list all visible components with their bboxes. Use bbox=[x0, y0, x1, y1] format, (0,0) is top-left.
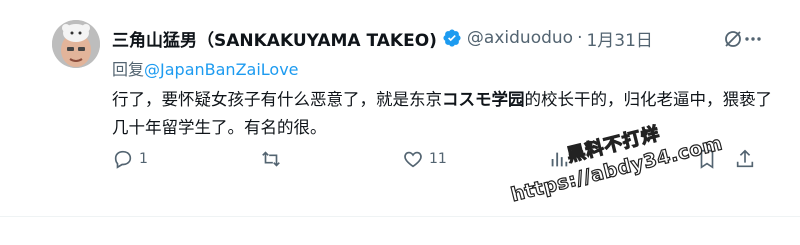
retweet-button[interactable] bbox=[260, 148, 282, 170]
replying-to: 回复@JapanBanZaiLove bbox=[112, 56, 299, 80]
tweet-header: 三角山猛男（SANKAKUYAMA TAKEO) @axiduoduo · 1月… bbox=[112, 24, 760, 52]
verified-badge-icon bbox=[442, 28, 462, 48]
reply-button[interactable]: 1 bbox=[112, 148, 148, 170]
like-button[interactable]: 11 bbox=[402, 148, 447, 170]
reply-icon bbox=[114, 150, 132, 169]
author-name[interactable]: 三角山猛男（SANKAKUYAMA TAKEO) bbox=[112, 26, 437, 51]
reply-prefix: 回复 bbox=[112, 60, 145, 79]
avatar-image bbox=[52, 20, 100, 68]
avatar[interactable] bbox=[52, 20, 100, 68]
more-icon[interactable] bbox=[742, 28, 764, 50]
separator-dot: · bbox=[577, 28, 583, 48]
author-handle[interactable]: @axiduoduo bbox=[467, 28, 573, 48]
tweet-text-bold: コスモ学园 bbox=[442, 90, 525, 109]
grok-icon[interactable] bbox=[722, 28, 744, 50]
tweet-text-part: 行了，要怀疑女孩子有什么恶意了，就是东京 bbox=[112, 90, 442, 109]
retweet-icon bbox=[262, 151, 280, 167]
reply-to-handle[interactable]: @JapanBanZaiLove bbox=[144, 60, 299, 79]
like-count: 11 bbox=[429, 151, 447, 167]
heart-icon bbox=[404, 151, 422, 168]
reply-count: 1 bbox=[139, 151, 148, 167]
tweet-date[interactable]: 1月31日 bbox=[586, 26, 652, 51]
